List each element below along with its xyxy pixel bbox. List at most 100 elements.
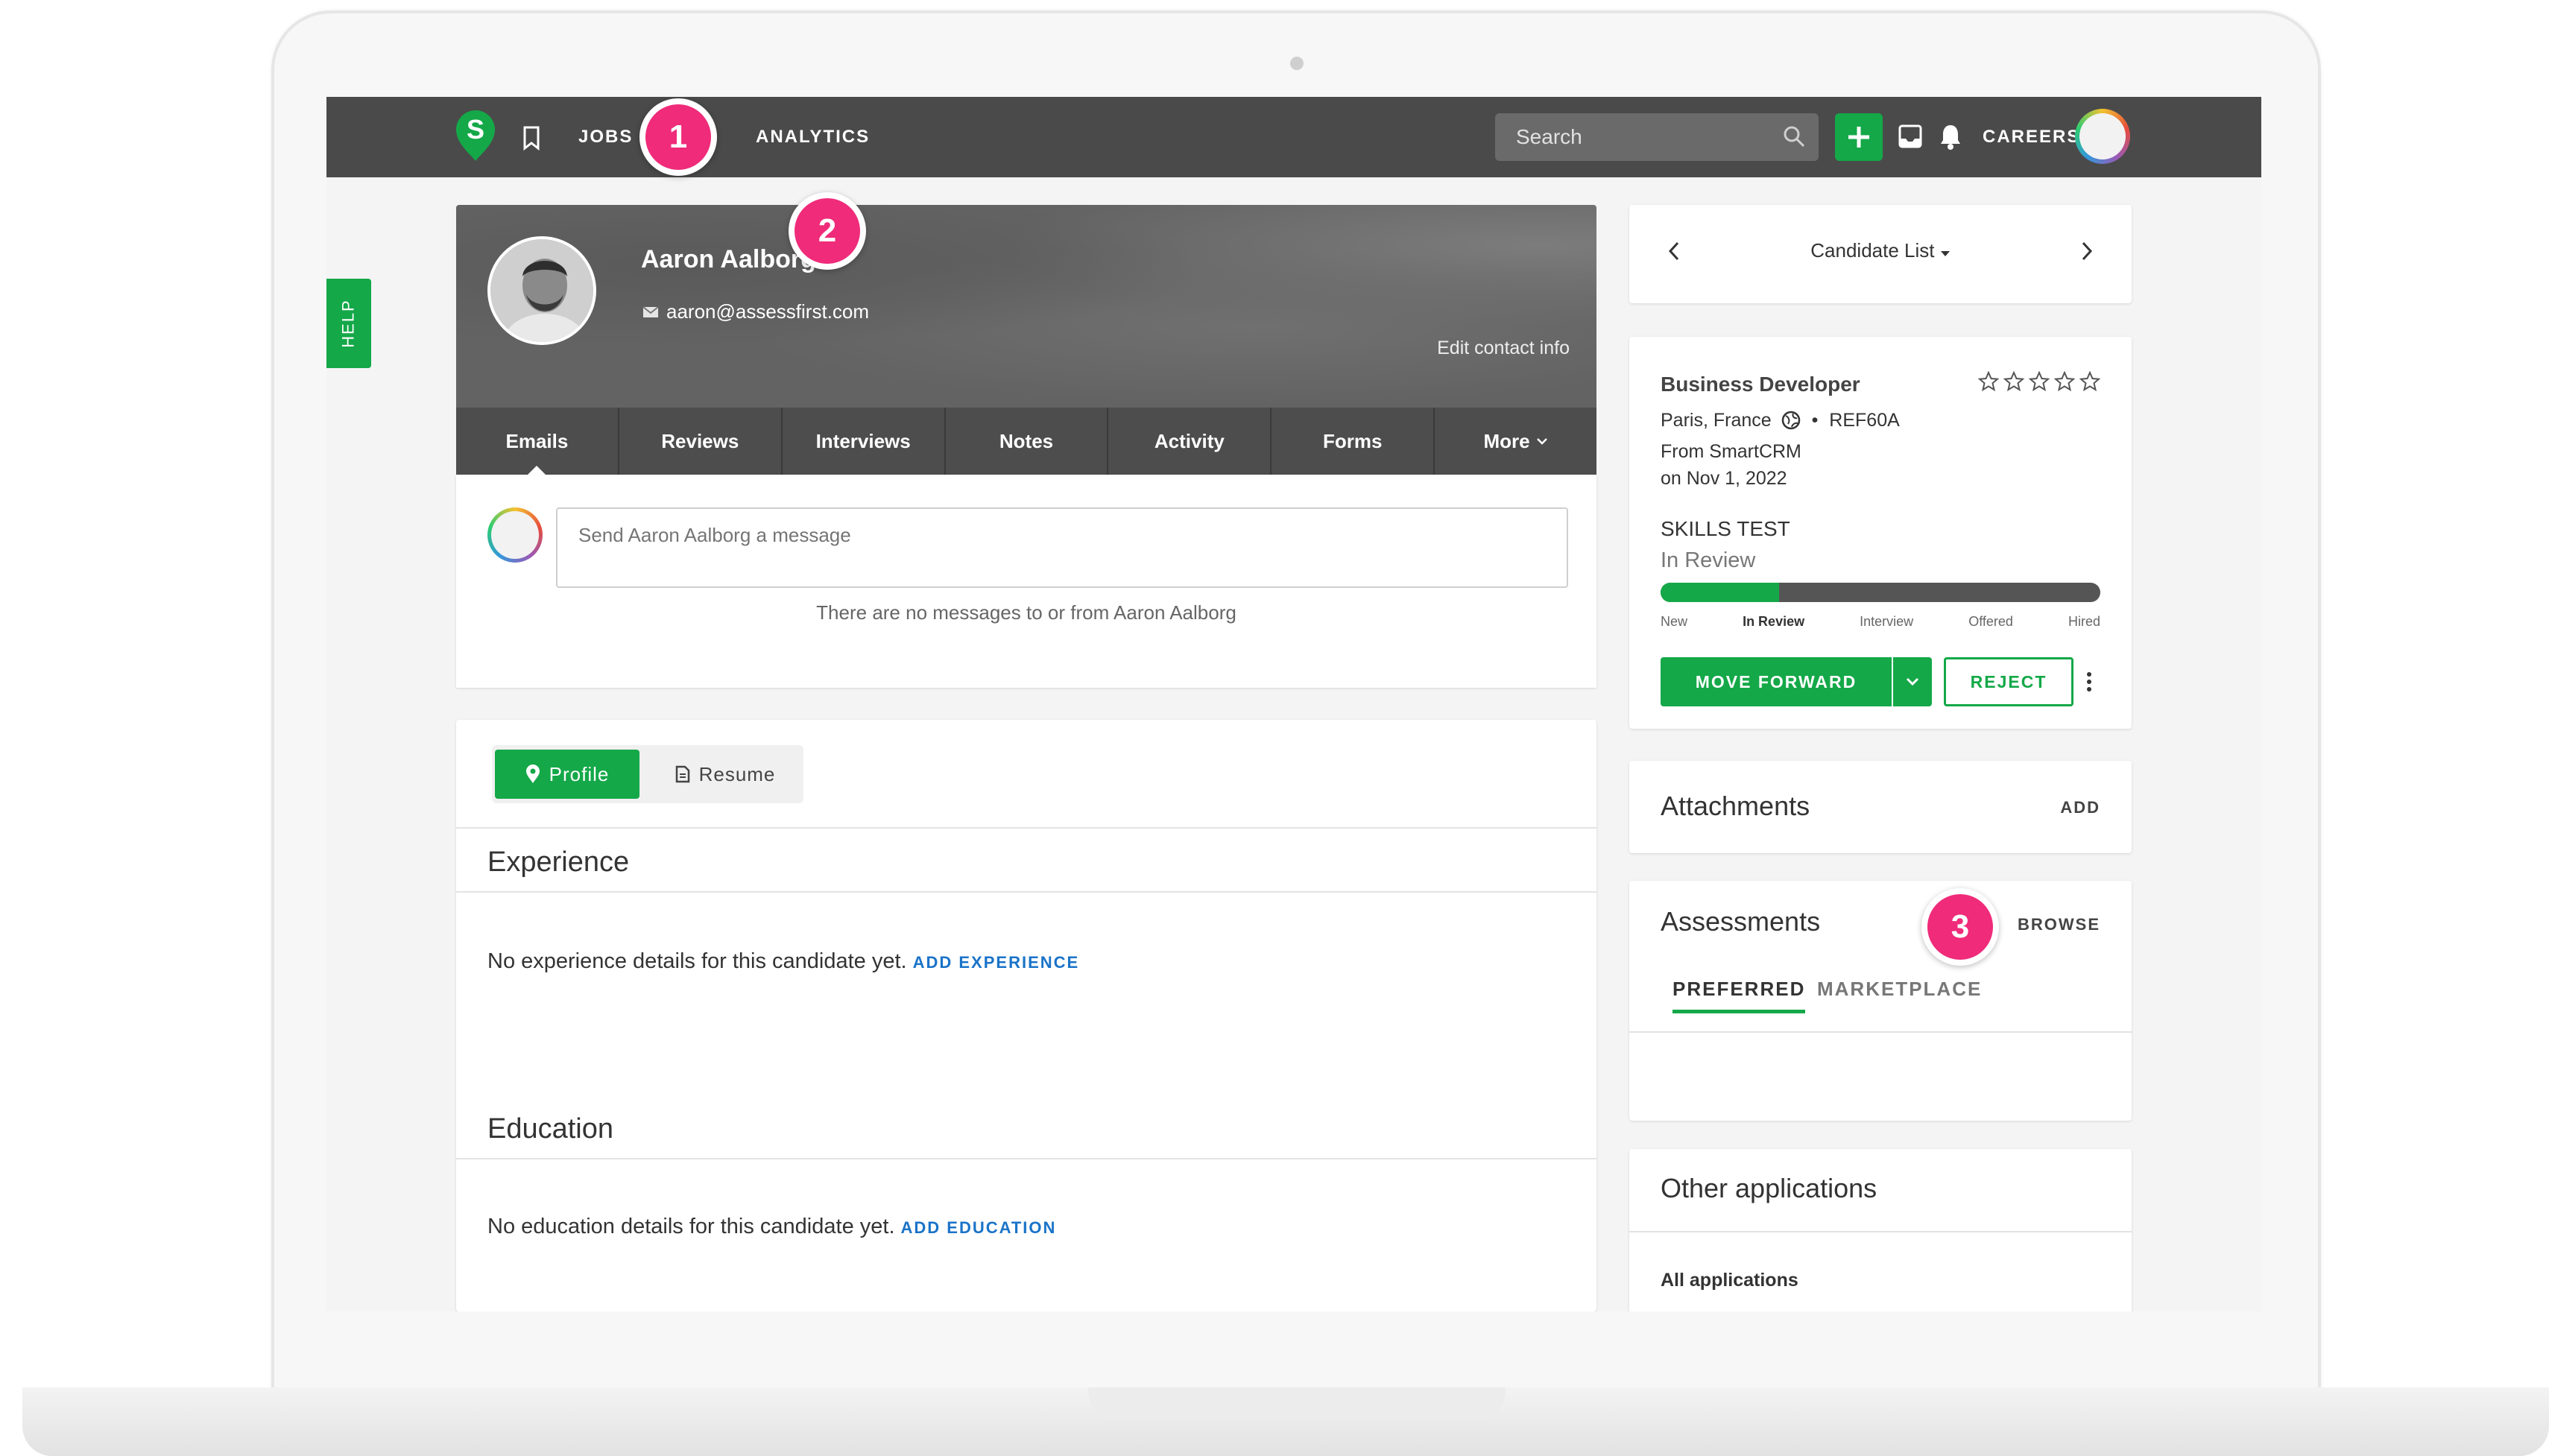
caret-down-icon [1940, 251, 1950, 256]
laptop-frame: S JOBS ANALYTICS CAREERS 1 H [0, 0, 2549, 1456]
help-tab[interactable]: HELP [326, 279, 371, 368]
search-input[interactable] [1495, 113, 1819, 161]
section-divider [456, 1158, 1596, 1159]
candidate-header: Aaron Aalborg aaron@assessfirst.com Edit… [456, 205, 1596, 408]
resume-toggle-button[interactable]: Resume [654, 750, 796, 799]
tab-interviews[interactable]: Interviews [783, 408, 946, 475]
assessments-title: Assessments [1661, 906, 1821, 937]
section-divider [456, 827, 1596, 829]
experience-empty-text: No experience details for this candidate… [487, 949, 907, 973]
star-icon[interactable] [2029, 371, 2050, 392]
search-icon[interactable] [1783, 125, 1805, 148]
stage-in-review: In Review [1743, 614, 1805, 629]
job-ref: REF60A [1829, 410, 1900, 431]
star-icon[interactable] [2054, 371, 2075, 392]
stage-interview: Interview [1860, 614, 1914, 629]
attachments-title: Attachments [1661, 791, 1810, 821]
move-forward-dropdown[interactable] [1893, 657, 1932, 706]
job-location: Paris, France [1661, 410, 1772, 431]
job-location-row: Paris, France • REF60A [1661, 410, 1900, 431]
tab-marketplace[interactable]: MARKETPLACE [1817, 978, 1982, 1001]
globe-icon [1781, 411, 1800, 430]
camera-dot [1290, 57, 1304, 70]
top-nav-bar: S JOBS ANALYTICS CAREERS [326, 97, 2261, 177]
resume-toggle-label: Resume [698, 762, 776, 785]
assessments-card: Assessments BROWSE PREFERRED MARKETPLACE [1629, 881, 2132, 1121]
experience-empty-row: No experience details for this candidate… [487, 949, 1079, 974]
add-attachment-button[interactable]: ADD [2060, 798, 2100, 817]
star-icon[interactable] [2079, 371, 2100, 392]
chevron-down-icon [1536, 438, 1547, 445]
nav-analytics-link[interactable]: ANALYTICS [756, 127, 870, 148]
other-applications-card: Other applications All applications [1629, 1149, 2132, 1311]
stage-group-label: SKILLS TEST [1661, 517, 1790, 540]
pipeline-progress-bar [1661, 583, 2100, 602]
experience-title: Experience [487, 846, 630, 878]
star-icon[interactable] [1978, 371, 1999, 392]
more-options-icon[interactable] [2085, 671, 2093, 693]
candidate-photo [487, 236, 596, 345]
document-icon [675, 765, 689, 783]
user-avatar[interactable] [2075, 109, 2130, 164]
tab-reviews[interactable]: Reviews [619, 408, 783, 475]
candidate-list-label: Candidate List [1810, 239, 1935, 262]
move-forward-button[interactable]: MOVE FORWARD [1661, 657, 1892, 706]
callout-marker-1: 1 [639, 98, 717, 176]
help-label: HELP [339, 299, 358, 348]
candidate-list-nav: Candidate List [1629, 205, 2132, 303]
job-source: From SmartCRM [1661, 441, 1801, 462]
add-education-link[interactable]: ADD EDUCATION [901, 1218, 1057, 1237]
attachments-card: Attachments ADD [1629, 761, 2132, 853]
nav-careers-link[interactable]: CAREERS [1983, 127, 2080, 148]
profile-tabs: Emails Reviews Interviews Notes Activity… [456, 408, 1596, 475]
star-icon[interactable] [2003, 371, 2024, 392]
chevron-right-icon[interactable] [2081, 241, 2093, 262]
other-applications-title: Other applications [1661, 1173, 1877, 1203]
smartrecruiters-logo-icon[interactable]: S [455, 110, 496, 162]
tab-activity[interactable]: Activity [1108, 408, 1272, 475]
add-button[interactable] [1835, 113, 1883, 161]
all-applications-label[interactable]: All applications [1661, 1270, 1798, 1291]
candidate-email[interactable]: aaron@assessfirst.com [666, 300, 869, 323]
profile-resume-card: Profile Resume Experience No experience … [456, 720, 1596, 1311]
section-divider [1629, 1031, 2132, 1033]
rating-stars[interactable] [1978, 371, 2100, 392]
tab-forms[interactable]: Forms [1272, 408, 1435, 475]
add-experience-link[interactable]: ADD EXPERIENCE [913, 953, 1080, 972]
message-input[interactable] [556, 507, 1568, 588]
tab-emails[interactable]: Emails [456, 408, 619, 475]
tab-more[interactable]: More [1435, 408, 1596, 475]
tab-preferred[interactable]: PREFERRED [1673, 978, 1806, 1013]
callout-marker-3: 3 [1921, 888, 1999, 966]
message-panel: There are no messages to or from Aaron A… [456, 475, 1596, 688]
browse-assessments-button[interactable]: BROWSE [2018, 915, 2100, 934]
bell-icon[interactable] [1939, 122, 1962, 154]
profile-resume-toggle: Profile Resume [492, 745, 803, 803]
reject-button[interactable]: REJECT [1944, 657, 2073, 706]
stage-new: New [1661, 614, 1688, 629]
profile-toggle-label: Profile [549, 762, 610, 785]
inbox-icon[interactable] [1898, 124, 1923, 153]
nav-jobs-link[interactable]: JOBS [578, 127, 633, 148]
education-empty-row: No education details for this candidate … [487, 1215, 1056, 1239]
app-screen: S JOBS ANALYTICS CAREERS 1 H [326, 97, 2261, 1311]
profile-toggle-button[interactable]: Profile [495, 750, 639, 799]
bookmark-icon[interactable] [522, 125, 541, 151]
logo-letter: S [467, 114, 484, 145]
email-icon [642, 306, 659, 317]
sender-avatar [487, 507, 543, 563]
location-pin-icon [525, 765, 540, 783]
candidate-name: Aaron Aalborg [641, 245, 816, 273]
tab-notes[interactable]: Notes [946, 408, 1109, 475]
candidate-list-dropdown[interactable]: Candidate List [1629, 239, 2132, 262]
stage-offered: Offered [1968, 614, 2013, 629]
job-application-card: Business Developer Paris, France • REF60… [1629, 337, 2132, 729]
no-messages-text: There are no messages to or from Aaron A… [816, 601, 1236, 624]
job-title[interactable]: Business Developer [1661, 373, 1860, 396]
edit-contact-link[interactable]: Edit contact info [1437, 338, 1570, 359]
education-title: Education [487, 1113, 614, 1145]
education-empty-text: No education details for this candidate … [487, 1215, 895, 1238]
search-box[interactable] [1495, 113, 1819, 161]
callout-marker-2: 2 [789, 192, 866, 270]
tab-more-label: More [1483, 429, 1530, 452]
